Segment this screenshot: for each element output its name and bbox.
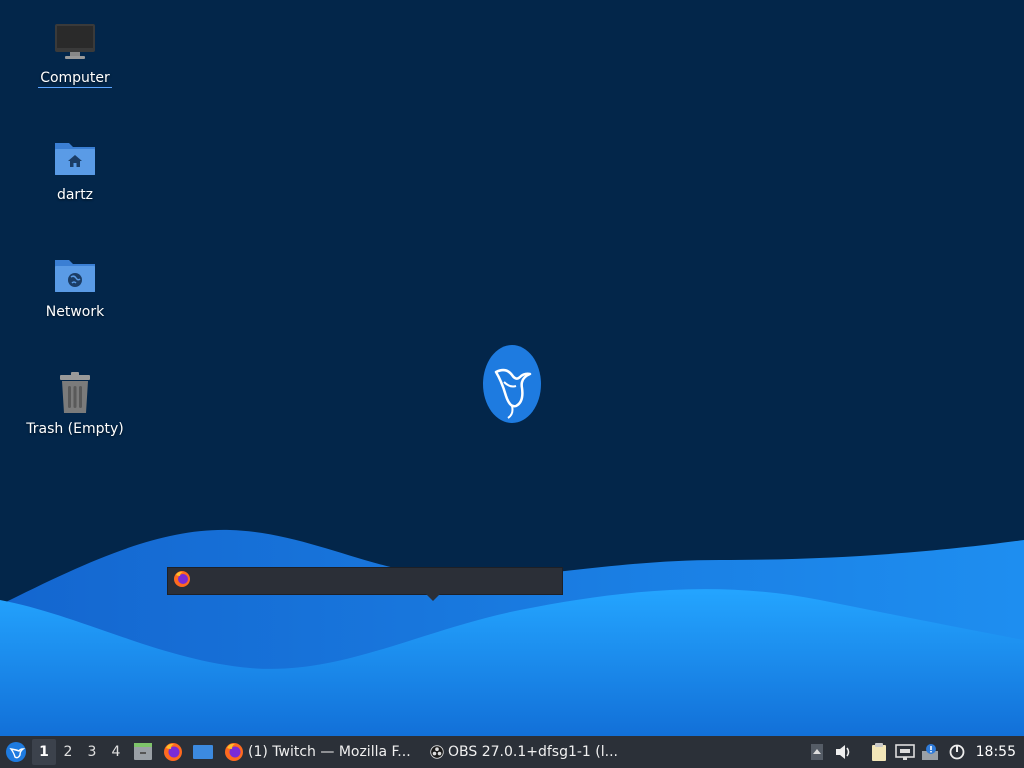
updates-notification-button[interactable] [918, 736, 944, 768]
window-preview-tooltip [167, 567, 563, 601]
system-tray: 18:55 [804, 736, 1024, 768]
file-manager-launcher[interactable] [128, 736, 158, 768]
computer-icon [53, 20, 97, 64]
desktop: Computer dartz Network Trash (Empty) [0, 0, 1024, 736]
start-menu-button[interactable] [0, 736, 32, 768]
firefox-launcher[interactable] [158, 736, 188, 768]
desktop-icon-computer[interactable]: Computer [20, 20, 130, 88]
task-title: OBS 27.0.1+dfsg1-1 (l... [448, 744, 618, 760]
file-cabinet-icon [134, 743, 152, 760]
workspace-2-button[interactable]: 2 [56, 736, 80, 768]
task-title: (1) Twitch — Mozilla F... [248, 744, 411, 760]
speaker-icon [835, 745, 849, 759]
workspace-3-button[interactable]: 3 [80, 736, 104, 768]
desktop-icon-label: dartz [56, 187, 94, 203]
show-desktop-button[interactable] [188, 736, 218, 768]
firefox-icon [164, 743, 182, 761]
clock[interactable]: 18:55 [970, 744, 1024, 760]
tray-expander-button[interactable] [804, 736, 830, 768]
desktop-icon [193, 745, 213, 759]
power-icon [949, 744, 965, 760]
chevron-up-icon [810, 744, 823, 760]
desktop-icon-network[interactable]: Network [20, 254, 130, 321]
tooltip-arrow [426, 594, 440, 601]
network-folder-icon [53, 254, 97, 298]
clipboard-button[interactable] [866, 736, 892, 768]
network-status-button[interactable] [892, 736, 918, 768]
wired-network-icon [894, 744, 915, 760]
task-obs[interactable]: OBS 27.0.1+dfsg1-1 (l... [424, 736, 624, 768]
desktop-icon-home-folder[interactable]: dartz [20, 137, 130, 204]
firefox-icon [225, 743, 243, 761]
clipboard-icon [871, 743, 886, 761]
home-folder-icon [53, 137, 97, 181]
taskbar: 1 2 3 4 (1) Twitch — Mozilla F... OBS 27… [0, 736, 1024, 768]
workspace-4-button[interactable]: 4 [104, 736, 128, 768]
desktop-icon-label: Network [45, 304, 105, 320]
desktop-icon-label: Computer [38, 70, 112, 88]
desktop-icon-trash[interactable]: Trash (Empty) [20, 371, 130, 438]
obs-icon [430, 745, 444, 759]
task-firefox-twitch[interactable]: (1) Twitch — Mozilla F... [218, 736, 418, 768]
firefox-icon [173, 570, 191, 592]
workspace-1-button[interactable]: 1 [32, 739, 56, 765]
volume-button[interactable] [830, 736, 856, 768]
update-alert-icon [921, 744, 938, 760]
trash-icon [53, 371, 97, 415]
linux-lite-logo [482, 344, 542, 428]
desktop-icon-label: Trash (Empty) [26, 421, 124, 437]
linux-lite-menu-icon [6, 742, 26, 762]
session-button[interactable] [944, 736, 970, 768]
